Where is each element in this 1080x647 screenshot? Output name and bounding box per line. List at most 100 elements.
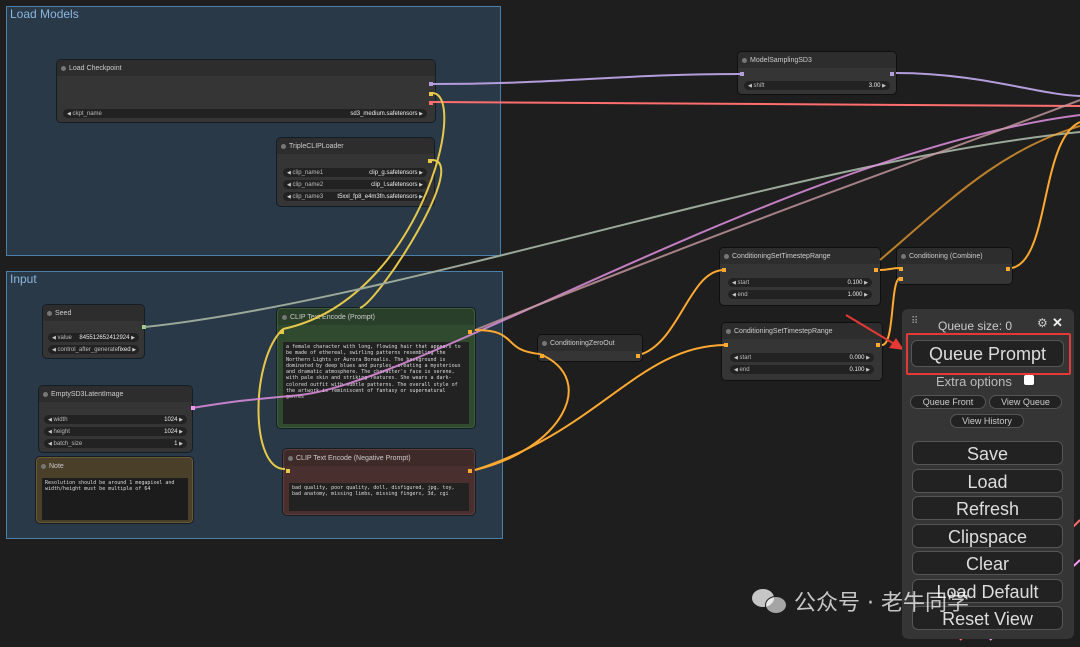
node-triple-clip-loader[interactable]: TripleCLIPLoader ◀ clip_name1 clip_g.saf…: [277, 138, 434, 206]
arrow-right-icon[interactable]: ▶: [131, 335, 135, 341]
model-input-port[interactable]: [740, 72, 744, 76]
arrow-left-icon[interactable]: ◀: [287, 182, 291, 188]
arrow-right-icon[interactable]: ▶: [179, 441, 183, 447]
latent-output-port[interactable]: [191, 406, 195, 410]
node-timestep-range-2[interactable]: ConditioningSetTimestepRange ◀ start 0.0…: [722, 323, 882, 380]
conditioning-output-port[interactable]: [468, 469, 472, 473]
conditioning-output-port[interactable]: [874, 268, 878, 272]
arrow-right-icon[interactable]: ▶: [419, 194, 423, 200]
conditioning-output-port[interactable]: [468, 330, 472, 334]
control-after-generate-combo[interactable]: ◀ control_after_generate fixed ▶: [48, 345, 139, 354]
conditioning-output-port[interactable]: [1006, 267, 1010, 271]
arrow-right-icon[interactable]: ▶: [866, 355, 870, 361]
arrow-left-icon[interactable]: ◀: [52, 347, 56, 353]
group-load-models[interactable]: Load Models: [6, 6, 501, 256]
note-text[interactable]: Resolution should be around 1 megapixel …: [42, 478, 188, 520]
node-conditioning-zero-out[interactable]: ConditioningZeroOut: [538, 335, 642, 361]
node-header[interactable]: EmptySD3LatentImage: [39, 386, 192, 402]
node-header[interactable]: Load Checkpoint: [57, 60, 435, 76]
collapse-dot-icon[interactable]: [282, 315, 287, 320]
node-header[interactable]: Conditioning (Combine): [897, 248, 1012, 264]
node-timestep-range-1[interactable]: ConditioningSetTimestepRange ◀ start 0.1…: [720, 248, 880, 305]
node-model-sampling[interactable]: ModelSamplingSD3 ◀ shift 3.00 ▶: [738, 52, 896, 94]
queue-prompt-button[interactable]: Queue Prompt: [911, 340, 1064, 367]
arrow-left-icon[interactable]: ◀: [734, 367, 738, 373]
load-button[interactable]: Load: [912, 469, 1063, 493]
prompt-textarea[interactable]: a female character with long, flowing ha…: [283, 342, 469, 424]
node-conditioning-combine[interactable]: Conditioning (Combine): [897, 248, 1012, 284]
arrow-left-icon[interactable]: ◀: [734, 355, 738, 361]
batch-size-number[interactable]: ◀ batch_size 1 ▶: [44, 439, 187, 448]
node-clip-text-negative[interactable]: CLIP Text Encode (Negative Prompt) bad q…: [283, 449, 475, 515]
arrow-left-icon[interactable]: ◀: [48, 429, 52, 435]
clip-output-port[interactable]: [429, 92, 433, 96]
node-header[interactable]: CLIP Text Encode (Prompt): [278, 309, 474, 325]
settings-gear-icon[interactable]: ⚙: [1037, 316, 1048, 330]
view-queue-button[interactable]: View Queue: [989, 395, 1062, 409]
arrow-left-icon[interactable]: ◀: [48, 441, 52, 447]
arrow-left-icon[interactable]: ◀: [732, 280, 736, 286]
node-load-checkpoint[interactable]: Load Checkpoint ◀ ckpt_name sd3_medium.s…: [57, 60, 435, 122]
collapse-dot-icon[interactable]: [724, 254, 729, 259]
clear-button[interactable]: Clear: [912, 551, 1063, 575]
node-note[interactable]: Note Resolution should be around 1 megap…: [36, 457, 193, 523]
node-header[interactable]: TripleCLIPLoader: [277, 138, 434, 154]
refresh-button[interactable]: Refresh: [912, 496, 1063, 520]
node-header[interactable]: ConditioningSetTimestepRange: [722, 323, 882, 339]
collapse-dot-icon[interactable]: [288, 456, 293, 461]
conditioning-input-port[interactable]: [722, 268, 726, 272]
clipspace-button[interactable]: Clipspace: [912, 524, 1063, 548]
clip-input-port[interactable]: [280, 330, 284, 334]
conditioning-input-port[interactable]: [540, 354, 544, 358]
arrow-right-icon[interactable]: ▶: [132, 347, 136, 353]
node-header[interactable]: ConditioningZeroOut: [538, 335, 642, 351]
conditioning-2-input-port[interactable]: [899, 277, 903, 281]
save-button[interactable]: Save: [912, 441, 1063, 465]
ckpt-name-combo[interactable]: ◀ ckpt_name sd3_medium.safetensors ▶: [63, 109, 427, 118]
arrow-left-icon[interactable]: ◀: [67, 111, 71, 117]
arrow-left-icon[interactable]: ◀: [52, 335, 56, 341]
int-output-port[interactable]: [142, 325, 146, 329]
node-header[interactable]: ModelSamplingSD3: [738, 52, 896, 68]
clip-input-port[interactable]: [286, 469, 290, 473]
conditioning-input-port[interactable]: [724, 343, 728, 347]
arrow-right-icon[interactable]: ▶: [864, 292, 868, 298]
vae-output-port[interactable]: [429, 101, 433, 105]
end-number[interactable]: ◀ end 0.100 ▶: [730, 365, 874, 374]
close-icon[interactable]: ✕: [1052, 315, 1063, 331]
collapse-dot-icon[interactable]: [742, 58, 747, 63]
collapse-dot-icon[interactable]: [726, 329, 731, 334]
collapse-dot-icon[interactable]: [47, 311, 52, 316]
conditioning-output-port[interactable]: [636, 354, 640, 358]
collapse-dot-icon[interactable]: [61, 66, 66, 71]
arrow-right-icon[interactable]: ▶: [419, 182, 423, 188]
arrow-left-icon[interactable]: ◀: [748, 83, 752, 89]
clip-output-port[interactable]: [428, 159, 432, 163]
negative-prompt-textarea[interactable]: bad quality, poor quality, doll, disfigu…: [289, 483, 469, 511]
clip-name1-combo[interactable]: ◀ clip_name1 clip_g.safetensors ▶: [283, 168, 427, 177]
node-clip-text-positive[interactable]: CLIP Text Encode (Prompt) a female chara…: [277, 308, 475, 428]
collapse-dot-icon[interactable]: [41, 464, 46, 469]
collapse-dot-icon[interactable]: [542, 341, 547, 346]
node-header[interactable]: Seed: [43, 305, 144, 321]
conditioning-output-port[interactable]: [876, 343, 880, 347]
arrow-right-icon[interactable]: ▶: [866, 367, 870, 373]
arrow-left-icon[interactable]: ◀: [732, 292, 736, 298]
height-number[interactable]: ◀ height 1024 ▶: [44, 427, 187, 436]
model-output-port[interactable]: [429, 82, 433, 86]
node-empty-latent[interactable]: EmptySD3LatentImage ◀ width 1024 ▶ ◀ hei…: [39, 386, 195, 452]
node-header[interactable]: CLIP Text Encode (Negative Prompt): [284, 450, 474, 466]
node-header[interactable]: ConditioningSetTimestepRange: [720, 248, 880, 264]
node-seed[interactable]: Seed ◀ value 845512652412924 ▶ ◀ control…: [43, 305, 146, 358]
arrow-left-icon[interactable]: ◀: [48, 417, 52, 423]
arrow-left-icon[interactable]: ◀: [287, 194, 291, 200]
collapse-dot-icon[interactable]: [43, 392, 48, 397]
start-number[interactable]: ◀ start 0.100 ▶: [728, 278, 872, 287]
collapse-dot-icon[interactable]: [281, 144, 286, 149]
node-header[interactable]: Note: [37, 458, 192, 474]
view-history-button[interactable]: View History: [950, 414, 1024, 428]
width-number[interactable]: ◀ width 1024 ▶: [44, 415, 187, 424]
arrow-right-icon[interactable]: ▶: [419, 170, 423, 176]
arrow-right-icon[interactable]: ▶: [419, 111, 423, 117]
arrow-right-icon[interactable]: ▶: [882, 83, 886, 89]
